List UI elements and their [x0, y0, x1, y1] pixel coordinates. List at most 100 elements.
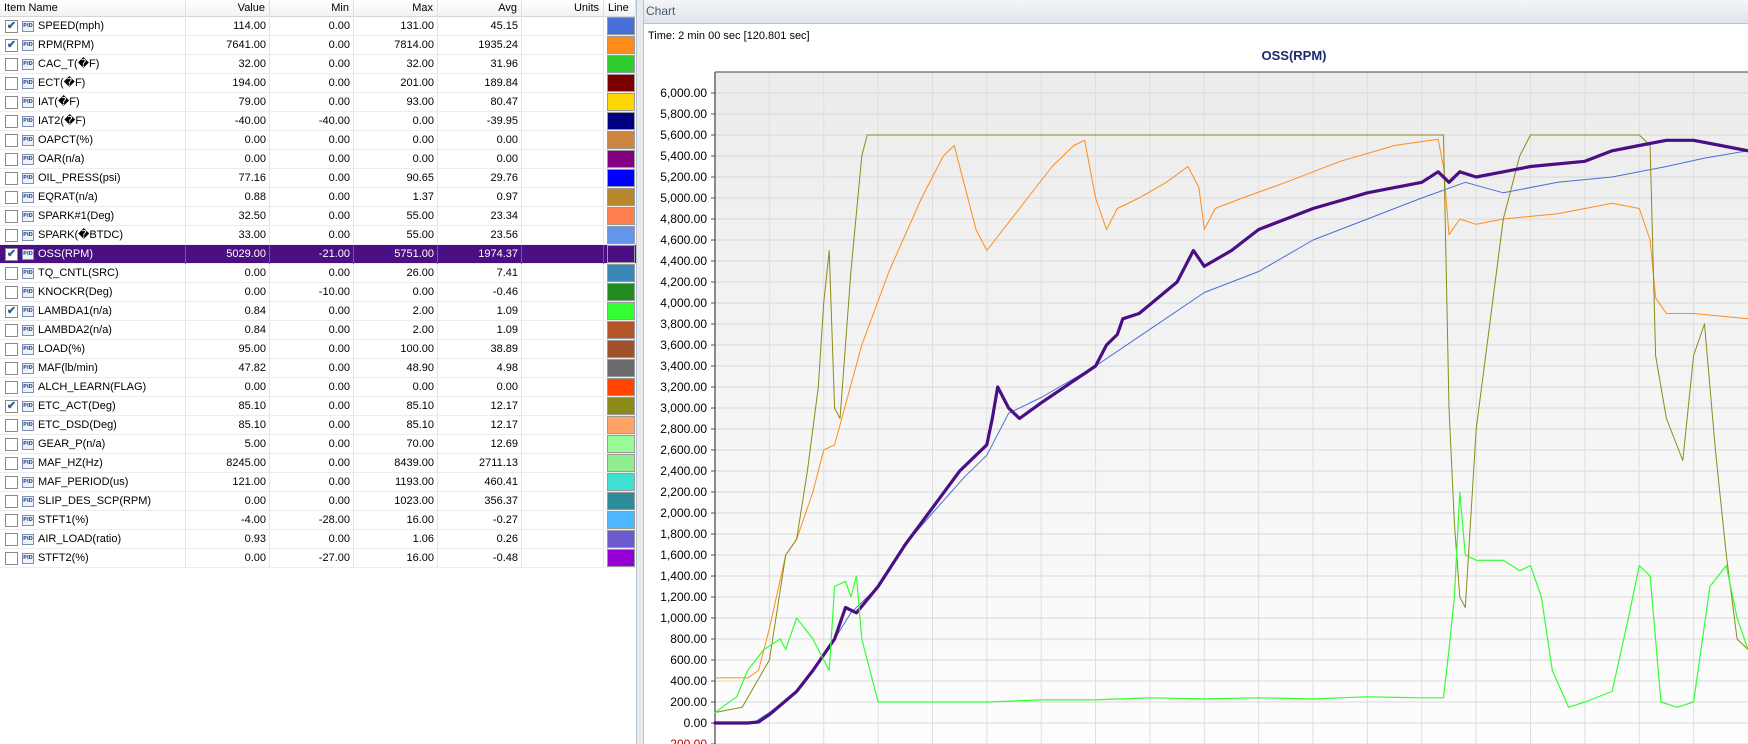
table-row[interactable]: PID CAC_T(�F) 32.00 0.00 32.00 31.96 [0, 55, 636, 74]
line-color-swatch[interactable] [607, 55, 635, 73]
line-color-swatch[interactable] [607, 454, 635, 472]
table-row[interactable]: PID MAF_HZ(Hz) 8245.00 0.00 8439.00 2711.13 [0, 454, 636, 473]
line-color-swatch[interactable] [607, 511, 635, 529]
table-row[interactable]: PID TQ_CNTL(SRC) 0.00 0.00 26.00 7.41 [0, 264, 636, 283]
row-checkbox[interactable]: ✔ [5, 39, 18, 52]
table-row[interactable]: PID IAT2(�F) -40.00 -40.00 0.00 -39.95 [0, 112, 636, 131]
units-cell [522, 454, 604, 473]
row-checkbox[interactable] [5, 533, 18, 546]
row-checkbox[interactable]: ✔ [5, 20, 18, 33]
line-color-swatch[interactable] [607, 549, 635, 567]
row-checkbox[interactable] [5, 210, 18, 223]
row-checkbox[interactable] [5, 514, 18, 527]
row-checkbox[interactable]: ✔ [5, 400, 18, 413]
row-checkbox[interactable] [5, 381, 18, 394]
panel-splitter[interactable] [636, 0, 644, 744]
table-row[interactable]: PID MAF_PERIOD(us) 121.00 0.00 1193.00 460.41 [0, 473, 636, 492]
column-header-min[interactable]: Min [270, 0, 354, 17]
table-row[interactable]: ✔ PID RPM(RPM) 7641.00 0.00 7814.00 1935.24 [0, 36, 636, 55]
line-color-swatch[interactable] [607, 492, 635, 510]
table-row[interactable]: PID EQRAT(n/a) 0.88 0.00 1.37 0.97 [0, 188, 636, 207]
line-color-swatch[interactable] [607, 359, 635, 377]
line-color-swatch[interactable] [607, 264, 635, 282]
line-color-swatch[interactable] [607, 207, 635, 225]
table-row[interactable]: PID OIL_PRESS(psi) 77.16 0.00 90.65 29.76 [0, 169, 636, 188]
line-color-swatch[interactable] [607, 188, 635, 206]
line-color-swatch[interactable] [607, 169, 635, 187]
line-color-swatch[interactable] [607, 112, 635, 130]
chart-plot[interactable]: 6,000.00 5,800.00 5,600.00 5,400.00 5,200.00… [644, 0, 1748, 744]
y-tick-label: 5,600.00 [660, 128, 707, 142]
line-color-swatch[interactable] [607, 226, 635, 244]
table-row[interactable]: PID SPARK#1(Deg) 32.50 0.00 55.00 23.34 [0, 207, 636, 226]
line-color-swatch[interactable] [607, 17, 635, 35]
column-header-max[interactable]: Max [354, 0, 438, 17]
row-checkbox[interactable] [5, 229, 18, 242]
row-checkbox[interactable] [5, 476, 18, 489]
column-header-avg[interactable]: Avg [438, 0, 522, 17]
column-header-value[interactable]: Value [186, 0, 270, 17]
table-row[interactable]: PID LAMBDA2(n/a) 0.84 0.00 2.00 1.09 [0, 321, 636, 340]
line-color-swatch[interactable] [607, 302, 635, 320]
row-checkbox[interactable]: ✔ [5, 248, 18, 261]
line-color-swatch[interactable] [607, 435, 635, 453]
row-checkbox[interactable] [5, 115, 18, 128]
table-row[interactable]: PID ECT(�F) 194.00 0.00 201.00 189.84 [0, 74, 636, 93]
row-checkbox[interactable] [5, 438, 18, 451]
row-checkbox[interactable] [5, 267, 18, 280]
line-color-swatch[interactable] [607, 150, 635, 168]
table-row[interactable]: PID MAF(lb/min) 47.82 0.00 48.90 4.98 [0, 359, 636, 378]
table-row[interactable]: PID SLIP_DES_SCP(RPM) 0.00 0.00 1023.00 356.3… [0, 492, 636, 511]
table-row[interactable]: PID KNOCKR(Deg) 0.00 -10.00 0.00 -0.46 [0, 283, 636, 302]
row-checkbox[interactable] [5, 362, 18, 375]
row-checkbox[interactable] [5, 324, 18, 337]
line-color-swatch[interactable] [607, 473, 635, 491]
line-color-swatch[interactable] [607, 283, 635, 301]
row-checkbox[interactable] [5, 495, 18, 508]
row-checkbox[interactable] [5, 58, 18, 71]
line-color-swatch[interactable] [607, 93, 635, 111]
table-row[interactable]: PID ETC_DSD(Deg) 85.10 0.00 85.10 12.17 [0, 416, 636, 435]
row-checkbox[interactable] [5, 419, 18, 432]
table-row[interactable]: PID STFT1(%) -4.00 -28.00 16.00 -0.27 [0, 511, 636, 530]
column-header-line[interactable]: Line [604, 0, 636, 17]
line-color-swatch[interactable] [607, 416, 635, 434]
line-color-swatch[interactable] [607, 245, 635, 263]
row-checkbox[interactable] [5, 134, 18, 147]
row-checkbox[interactable] [5, 191, 18, 204]
avg-cell: -0.27 [438, 511, 522, 530]
table-row[interactable]: ✔ PID LAMBDA1(n/a) 0.84 0.00 2.00 1.09 [0, 302, 636, 321]
table-row[interactable]: PID OAR(n/a) 0.00 0.00 0.00 0.00 [0, 150, 636, 169]
row-checkbox[interactable] [5, 153, 18, 166]
table-row[interactable]: ✔ PID ETC_ACT(Deg) 85.10 0.00 85.10 12.17 [0, 397, 636, 416]
row-checkbox[interactable] [5, 286, 18, 299]
row-checkbox[interactable] [5, 457, 18, 470]
column-header-units[interactable]: Units [522, 0, 604, 17]
line-color-swatch[interactable] [607, 340, 635, 358]
table-row[interactable]: PID AIR_LOAD(ratio) 0.93 0.00 1.06 0.26 [0, 530, 636, 549]
table-row[interactable]: PID IAT(�F) 79.00 0.00 93.00 80.47 [0, 93, 636, 112]
row-checkbox[interactable] [5, 96, 18, 109]
table-row[interactable]: PID STFT2(%) 0.00 -27.00 16.00 -0.48 [0, 549, 636, 568]
line-color-swatch[interactable] [607, 378, 635, 396]
column-header-item-name[interactable]: Item Name [0, 0, 186, 17]
row-checkbox[interactable] [5, 172, 18, 185]
item-name-cell: PID ETC_DSD(Deg) [0, 416, 186, 435]
table-row[interactable]: ✔ PID SPEED(mph) 114.00 0.00 131.00 45.15 [0, 17, 636, 36]
row-checkbox[interactable] [5, 552, 18, 565]
line-color-swatch[interactable] [607, 530, 635, 548]
line-color-swatch[interactable] [607, 36, 635, 54]
table-row[interactable]: PID LOAD(%) 95.00 0.00 100.00 38.89 [0, 340, 636, 359]
line-color-swatch[interactable] [607, 74, 635, 92]
line-color-swatch[interactable] [607, 397, 635, 415]
table-row[interactable]: PID ALCH_LEARN(FLAG) 0.00 0.00 0.00 0.00 [0, 378, 636, 397]
row-checkbox[interactable] [5, 77, 18, 90]
table-row[interactable]: PID SPARK(�BTDC) 33.00 0.00 55.00 23.56 [0, 226, 636, 245]
table-row[interactable]: PID GEAR_P(n/a) 5.00 0.00 70.00 12.69 [0, 435, 636, 454]
row-checkbox[interactable] [5, 343, 18, 356]
line-color-swatch[interactable] [607, 131, 635, 149]
table-row[interactable]: ✔ PID OSS(RPM) 5029.00 -21.00 5751.00 1974.37 [0, 245, 636, 264]
table-row[interactable]: PID OAPCT(%) 0.00 0.00 0.00 0.00 [0, 131, 636, 150]
row-checkbox[interactable]: ✔ [5, 305, 18, 318]
line-color-swatch[interactable] [607, 321, 635, 339]
